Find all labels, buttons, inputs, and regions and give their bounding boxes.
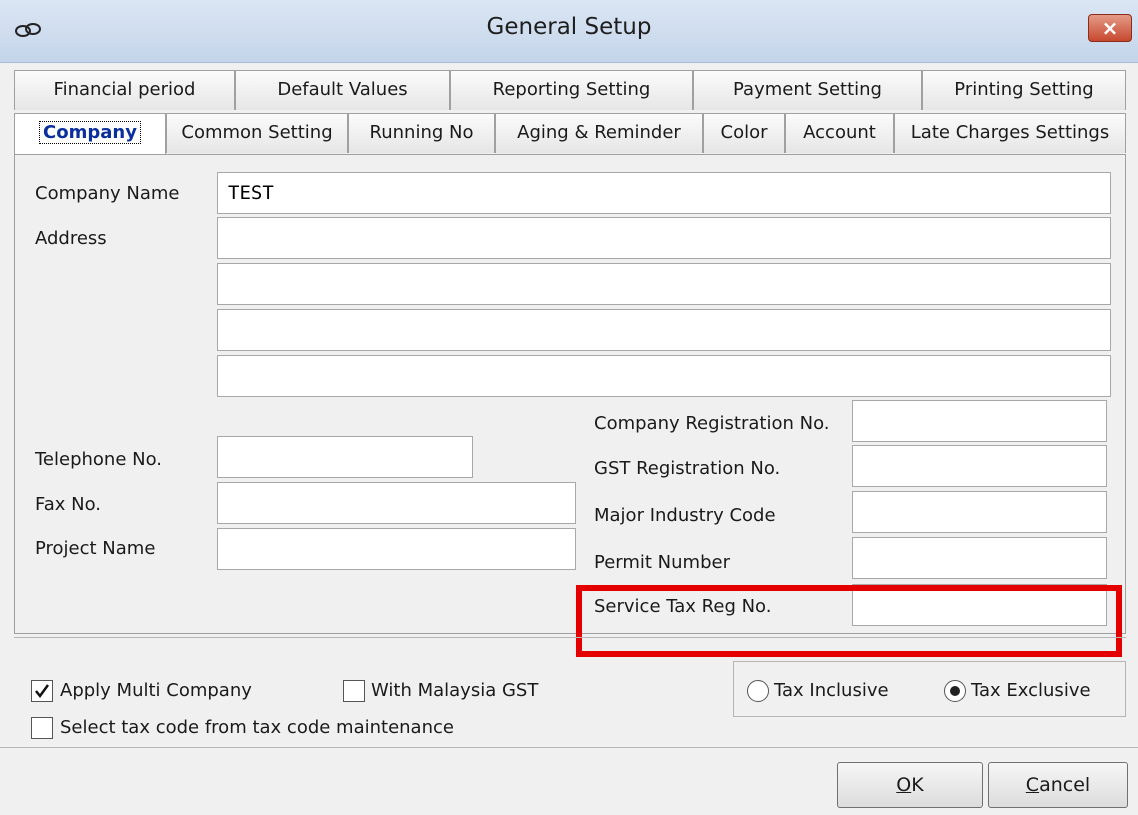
- cancel-mnemonic: C: [1025, 774, 1040, 796]
- tax-inclusive-label[interactable]: Tax Inclusive: [774, 680, 889, 701]
- major-industry-code-label: Major Industry Code: [594, 505, 776, 526]
- select-tax-code-checkbox[interactable]: [31, 717, 53, 739]
- tab-account[interactable]: Account: [785, 113, 894, 153]
- tab-financial-period[interactable]: Financial period: [14, 70, 235, 110]
- tax-exclusive-radio[interactable]: [944, 680, 966, 702]
- tab-reporting-setting[interactable]: Reporting Setting: [450, 70, 693, 110]
- permit-number-input[interactable]: [852, 537, 1107, 579]
- company-registration-label: Company Registration No.: [594, 413, 830, 434]
- window-title: General Setup: [486, 14, 652, 40]
- telephone-label: Telephone No.: [35, 449, 163, 470]
- address-line-3-input[interactable]: [217, 309, 1111, 351]
- highlight-box: [576, 585, 1122, 657]
- with-malaysia-gst-label[interactable]: With Malaysia GST: [371, 680, 538, 701]
- tab-late-charges-settings[interactable]: Late Charges Settings: [894, 113, 1126, 153]
- select-tax-code-label[interactable]: Select tax code from tax code maintenanc…: [60, 717, 454, 738]
- ok-button[interactable]: OK: [837, 762, 983, 808]
- title-bar[interactable]: General Setup ×: [0, 0, 1138, 63]
- address-line-4-input[interactable]: [217, 355, 1111, 397]
- company-name-label: Company Name: [35, 183, 180, 204]
- close-button[interactable]: ×: [1088, 14, 1132, 42]
- gst-registration-input[interactable]: [852, 445, 1107, 487]
- tax-inclusive-radio[interactable]: [747, 680, 769, 702]
- tab-company-label: Company: [39, 121, 141, 144]
- tab-payment-setting[interactable]: Payment Setting: [693, 70, 922, 110]
- tab-common-setting[interactable]: Common Setting: [166, 113, 348, 153]
- cancel-label-rest: ancel: [1039, 774, 1091, 796]
- radio-selected-dot: [950, 686, 960, 696]
- apply-multi-company-checkbox[interactable]: [31, 680, 53, 702]
- checkmark-icon: [35, 684, 50, 699]
- company-name-input[interactable]: TEST: [217, 172, 1111, 214]
- cancel-button[interactable]: Cancel: [988, 762, 1128, 808]
- tab-color[interactable]: Color: [703, 113, 785, 153]
- apply-multi-company-label[interactable]: Apply Multi Company: [60, 680, 252, 701]
- fax-input[interactable]: [217, 482, 576, 524]
- general-setup-window: General Setup × Financial period Default…: [0, 0, 1138, 815]
- tax-exclusive-label[interactable]: Tax Exclusive: [971, 680, 1091, 701]
- footer-separator: [0, 747, 1138, 748]
- tab-company[interactable]: Company: [14, 113, 166, 157]
- ok-mnemonic: O: [896, 774, 912, 796]
- major-industry-code-input[interactable]: [852, 491, 1107, 533]
- tab-default-values[interactable]: Default Values: [235, 70, 450, 110]
- fax-label: Fax No.: [35, 494, 101, 515]
- tab-printing-setting[interactable]: Printing Setting: [922, 70, 1126, 110]
- address-line-2-input[interactable]: [217, 263, 1111, 305]
- tab-aging-reminder[interactable]: Aging & Reminder: [495, 113, 703, 153]
- project-name-input[interactable]: [217, 528, 576, 570]
- company-registration-input[interactable]: [852, 400, 1107, 442]
- permit-number-label: Permit Number: [594, 552, 730, 573]
- tab-running-no[interactable]: Running No: [348, 113, 495, 153]
- address-label: Address: [35, 228, 107, 249]
- options-separator: [14, 637, 1126, 638]
- ok-label-rest: K: [911, 774, 924, 796]
- telephone-input[interactable]: [217, 436, 473, 478]
- address-line-1-input[interactable]: [217, 217, 1111, 259]
- gst-registration-label: GST Registration No.: [594, 458, 781, 479]
- project-name-label: Project Name: [35, 538, 156, 559]
- with-malaysia-gst-checkbox[interactable]: [343, 680, 365, 702]
- close-icon: ×: [1101, 16, 1119, 40]
